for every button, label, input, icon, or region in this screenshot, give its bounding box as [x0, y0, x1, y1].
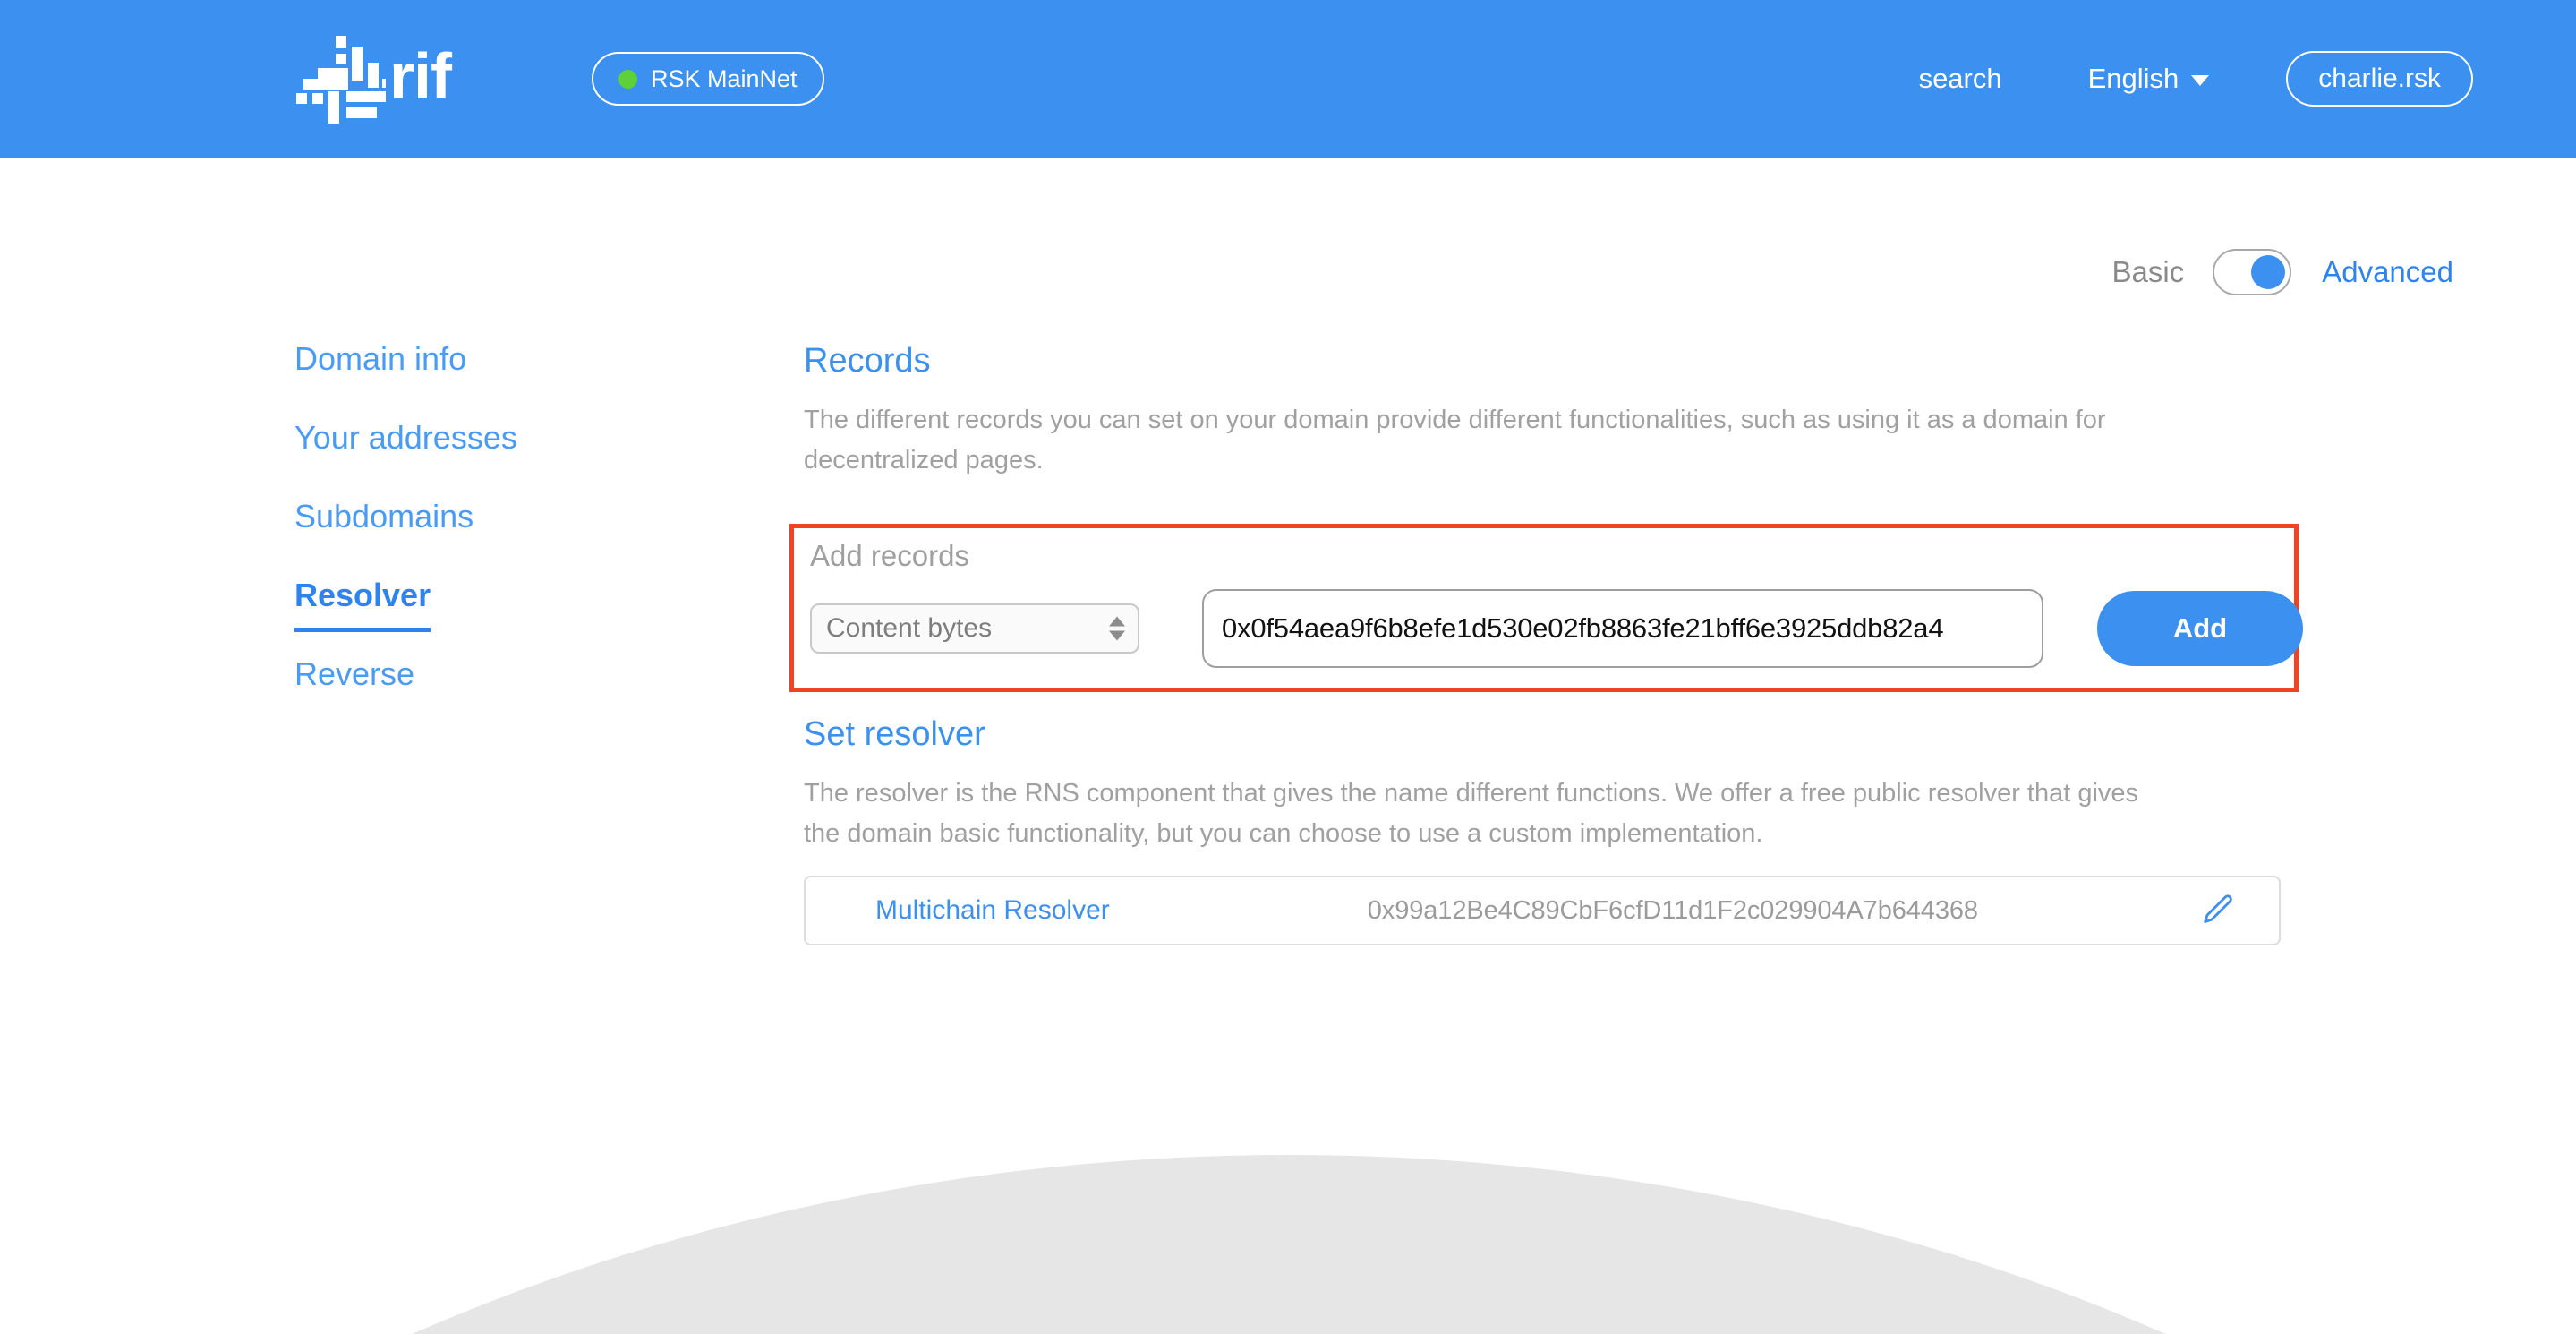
sidebar-item-domain-info[interactable]: Domain info [294, 343, 466, 375]
app-header: rif RSK MainNet search English charlie.r… [0, 0, 2576, 158]
sidebar-item-your-addresses[interactable]: Your addresses [294, 422, 517, 454]
basic-advanced-switch[interactable] [2213, 249, 2292, 295]
section-sidebar: Domain info Your addresses Subdomains Re… [294, 343, 670, 737]
set-resolver-title: Set resolver [804, 715, 985, 753]
edit-resolver-button[interactable] [2196, 890, 2238, 931]
sidebar-row: Resolver [294, 579, 670, 658]
records-description: The different records you can set on you… [804, 405, 2106, 475]
brand-logo[interactable]: rif [293, 27, 452, 131]
set-resolver-description: The resolver is the RNS component that g… [804, 778, 2139, 848]
arrow-up-icon [1109, 616, 1125, 627]
add-records-row: Content bytes 0x0f54aea9f6b8efe1d530e02f… [810, 589, 2303, 668]
record-value-input[interactable]: 0x0f54aea9f6b8efe1d530e02fb8863fe21bff6e… [1202, 589, 2043, 668]
chevron-down-icon [2191, 75, 2210, 86]
mode-toggle-group: Basic Advanced [2112, 249, 2453, 295]
record-type-select[interactable]: Content bytes [810, 603, 1139, 654]
rif-pixel-logo-icon [296, 36, 386, 124]
sidebar-row: Reverse [294, 658, 670, 737]
add-record-button[interactable]: Add [2097, 591, 2303, 666]
arrow-down-icon [1109, 630, 1125, 641]
record-value-text: 0x0f54aea9f6b8efe1d530e02fb8863fe21bff6e… [1222, 612, 1944, 644]
records-section: Records The different records you can se… [804, 342, 2290, 481]
stepper-arrows-icon [1109, 616, 1125, 641]
header-nav: search English charlie.rsk [1919, 0, 2473, 158]
network-selector[interactable]: RSK MainNet [592, 52, 824, 106]
sidebar-row: Subdomains [294, 500, 670, 579]
brand-wordmark: rif [389, 41, 452, 113]
sidebar-item-subdomains[interactable]: Subdomains [294, 500, 473, 533]
pencil-edit-icon [2204, 894, 2232, 923]
account-button[interactable]: charlie.rsk [2286, 51, 2473, 107]
set-resolver-section: Set resolver The resolver is the RNS com… [804, 715, 2290, 854]
resolver-address-value: 0x99a12Be4C89CbF6cfD11d1F2c029904A7b6443… [1367, 895, 1978, 925]
sidebar-row: Your addresses [294, 422, 670, 500]
page-root: rif RSK MainNet search English charlie.r… [0, 0, 2576, 1334]
record-type-selected-value: Content bytes [826, 613, 993, 643]
network-label: RSK MainNet [651, 64, 798, 92]
records-title: Records [804, 342, 931, 380]
resolver-name-link[interactable]: Multichain Resolver [875, 895, 1110, 926]
sidebar-row: Domain info [294, 343, 670, 422]
bottom-decorative-blob [0, 1155, 2576, 1334]
language-label: English [2087, 63, 2179, 94]
current-resolver-row[interactable]: Multichain Resolver 0x99a12Be4C89CbF6cfD… [804, 876, 2281, 945]
network-status-dot-icon [618, 69, 637, 89]
add-records-panel: Add records Content bytes 0x0f54aea9f6b8… [789, 524, 2303, 692]
mode-basic-label[interactable]: Basic [2112, 255, 2185, 289]
mode-advanced-label[interactable]: Advanced [2322, 255, 2453, 289]
switch-knob [2251, 255, 2286, 289]
sidebar-item-resolver[interactable]: Resolver [294, 579, 431, 632]
sidebar-item-reverse[interactable]: Reverse [294, 658, 414, 690]
search-link[interactable]: search [1919, 63, 2002, 95]
add-records-label: Add records [810, 539, 969, 572]
language-selector[interactable]: English [2088, 63, 2210, 95]
